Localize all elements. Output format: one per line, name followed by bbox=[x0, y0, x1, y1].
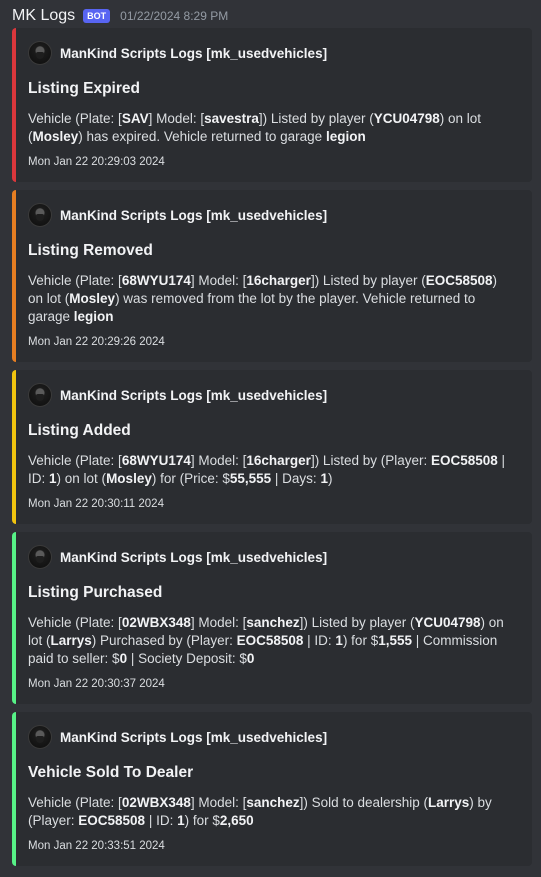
embed-footer-timestamp: Mon Jan 22 20:33:51 2024 bbox=[28, 840, 165, 852]
embed-author-name: ManKind Scripts Logs [mk_usedvehicles] bbox=[60, 387, 328, 403]
author-avatar-icon bbox=[28, 545, 52, 569]
embed-footer-timestamp: Mon Jan 22 20:29:26 2024 bbox=[28, 336, 165, 348]
embed-author-name: ManKind Scripts Logs [mk_usedvehicles] bbox=[60, 45, 328, 61]
embed-title: Vehicle Sold To Dealer bbox=[28, 764, 194, 781]
message-header: MK Logs BOT 01/22/2024 8:29 PM bbox=[12, 4, 228, 28]
author-avatar-icon bbox=[28, 203, 52, 227]
embed-author-name: ManKind Scripts Logs [mk_usedvehicles] bbox=[60, 207, 328, 223]
embed-author: ManKind Scripts Logs [mk_usedvehicles] bbox=[28, 202, 516, 228]
embed-description: Vehicle (Plate: [02WBX348] Model: [sanch… bbox=[28, 795, 492, 828]
embed-author: ManKind Scripts Logs [mk_usedvehicles] bbox=[28, 724, 516, 750]
author-avatar-icon bbox=[28, 41, 52, 65]
embed-footer-timestamp: Mon Jan 22 20:29:03 2024 bbox=[28, 156, 165, 168]
embed-card: ManKind Scripts Logs [mk_usedvehicles] L… bbox=[12, 370, 532, 524]
message-timestamp: 01/22/2024 8:29 PM bbox=[120, 9, 229, 23]
embed-footer-timestamp: Mon Jan 22 20:30:37 2024 bbox=[28, 678, 165, 690]
author-avatar-icon bbox=[28, 383, 52, 407]
embed-description: Vehicle (Plate: [02WBX348] Model: [sanch… bbox=[28, 615, 504, 666]
embed-description: Vehicle (Plate: [68WYU174] Model: [16cha… bbox=[28, 453, 506, 486]
embed-card: ManKind Scripts Logs [mk_usedvehicles] V… bbox=[12, 712, 532, 866]
embed-title: Listing Removed bbox=[28, 242, 153, 259]
embed-title: Listing Purchased bbox=[28, 584, 163, 601]
embed-author: ManKind Scripts Logs [mk_usedvehicles] bbox=[28, 382, 516, 408]
embed-title: Listing Added bbox=[28, 422, 131, 439]
embed-author: ManKind Scripts Logs [mk_usedvehicles] bbox=[28, 544, 516, 570]
embed-card: ManKind Scripts Logs [mk_usedvehicles] L… bbox=[12, 532, 532, 704]
embed-card: ManKind Scripts Logs [mk_usedvehicles] L… bbox=[12, 28, 532, 182]
embed-card: ManKind Scripts Logs [mk_usedvehicles] L… bbox=[12, 190, 532, 362]
embed-author-name: ManKind Scripts Logs [mk_usedvehicles] bbox=[60, 729, 328, 745]
bot-badge: BOT bbox=[83, 9, 111, 23]
embed-description: Vehicle (Plate: [68WYU174] Model: [16cha… bbox=[28, 273, 498, 324]
embed-title: Listing Expired bbox=[28, 80, 140, 97]
embed-author: ManKind Scripts Logs [mk_usedvehicles] bbox=[28, 40, 516, 66]
embed-footer-timestamp: Mon Jan 22 20:30:11 2024 bbox=[28, 498, 164, 510]
author-avatar-icon bbox=[28, 725, 52, 749]
embed-description: Vehicle (Plate: [SAV] Model: [savestra])… bbox=[28, 111, 482, 144]
bot-username[interactable]: MK Logs bbox=[12, 7, 75, 25]
embed-author-name: ManKind Scripts Logs [mk_usedvehicles] bbox=[60, 549, 328, 565]
